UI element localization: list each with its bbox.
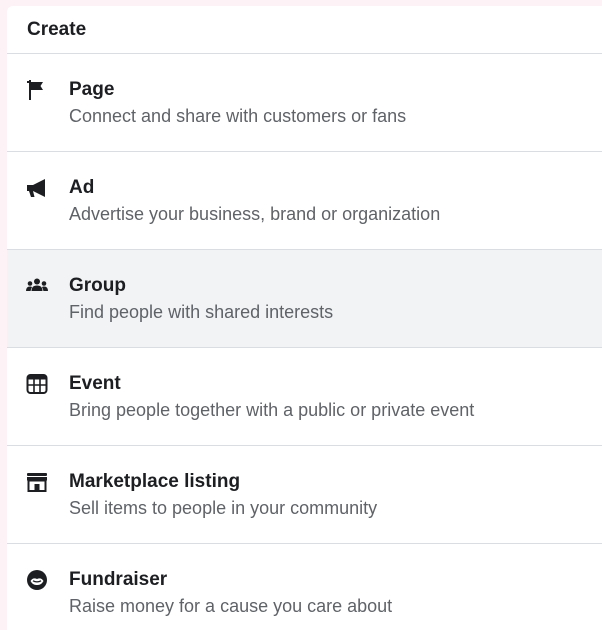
item-description: Raise money for a cause you care about [69,596,393,616]
fundraiser-icon [25,568,49,592]
item-description: Find people with shared interests [69,302,334,322]
item-title: Event [69,373,121,394]
item-description: Sell items to people in your community [69,498,378,518]
create-group-item[interactable]: Group Find people with shared interests [7,250,602,348]
flag-icon [25,78,49,102]
create-marketplace-listing-item[interactable]: Marketplace listing Sell items to people… [7,446,602,544]
create-page-item[interactable]: Page Connect and share with customers or… [7,54,602,152]
create-ad-item[interactable]: Ad Advertise your business, brand or org… [7,152,602,250]
item-title: Fundraiser [69,569,168,590]
item-title: Page [69,79,115,100]
megaphone-icon [25,176,49,200]
menu-title: Create [7,6,602,54]
item-description: Connect and share with customers or fans [69,106,407,126]
item-title: Ad [69,177,95,198]
item-description: Advertise your business, brand or organi… [69,204,441,224]
item-title: Marketplace listing [69,471,241,492]
item-title: Group [69,275,126,296]
item-description: Bring people together with a public or p… [69,400,475,420]
create-menu: Create Page Connect and share with custo… [7,6,602,630]
calendar-icon [25,372,49,396]
group-icon [25,274,49,298]
create-event-item[interactable]: Event Bring people together with a publi… [7,348,602,446]
create-fundraiser-item[interactable]: Fundraiser Raise money for a cause you c… [7,544,602,630]
storefront-icon [25,470,49,494]
